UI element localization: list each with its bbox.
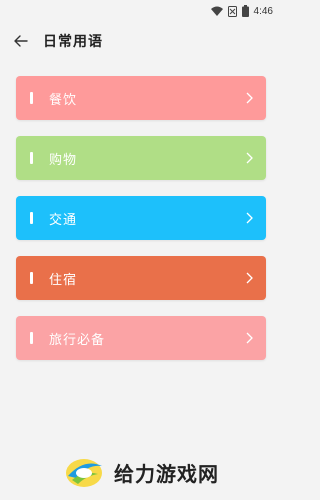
category-item-dining[interactable]: 餐饮 (16, 76, 266, 120)
item-indicator-bar (30, 152, 33, 164)
category-label: 餐饮 (49, 92, 78, 108)
watermark-text: 给力游戏网 (114, 461, 219, 486)
category-label: 住宿 (49, 272, 78, 288)
status-bar: 4:46 (0, 0, 281, 22)
category-label: 交通 (49, 212, 78, 228)
category-label: 旅行必备 (49, 332, 106, 348)
item-indicator-bar (30, 332, 33, 344)
category-item-travel-essentials[interactable]: 旅行必备 (16, 316, 266, 360)
page-title: 日常用语 (43, 34, 103, 50)
chevron-right-icon (244, 331, 254, 345)
item-indicator-bar (30, 272, 33, 284)
app-header: 日常用语 (0, 24, 281, 58)
category-item-lodging[interactable]: 住宿 (16, 256, 266, 300)
category-item-shopping[interactable]: 购物 (16, 136, 266, 180)
back-button[interactable] (11, 31, 31, 51)
chevron-right-icon (244, 211, 254, 225)
item-indicator-bar (30, 92, 33, 104)
wifi-icon (210, 6, 223, 16)
chevron-right-icon (244, 151, 254, 165)
arrow-left-icon (14, 35, 28, 47)
item-indicator-bar (30, 212, 33, 224)
category-label: 购物 (49, 152, 78, 168)
watermark: 给力游戏网 (0, 450, 281, 494)
sim-icon (227, 5, 237, 17)
category-item-transport[interactable]: 交通 (16, 196, 266, 240)
category-list: 餐饮 购物 交通 住宿 旅行必备 (16, 76, 266, 376)
chevron-right-icon (244, 271, 254, 285)
status-time: 4:46 (253, 5, 273, 17)
watermark-logo-icon (66, 459, 102, 487)
chevron-right-icon (244, 91, 254, 105)
battery-icon (241, 5, 249, 17)
